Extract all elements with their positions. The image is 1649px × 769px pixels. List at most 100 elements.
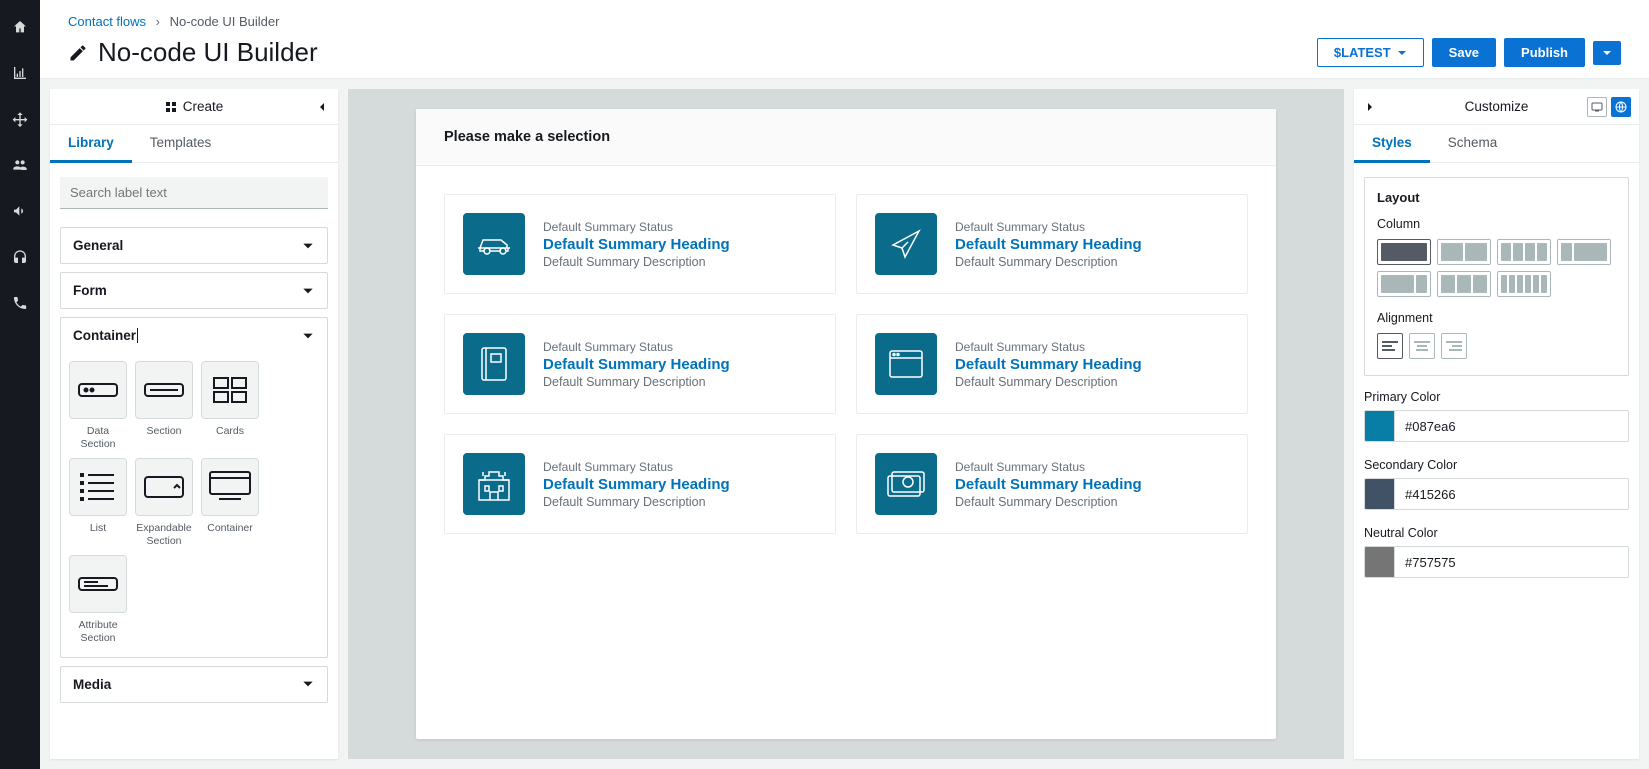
lib-thumb	[201, 458, 259, 516]
align-right[interactable]	[1441, 333, 1467, 359]
col-1-3[interactable]	[1557, 239, 1611, 265]
home-icon[interactable]	[11, 18, 29, 36]
tab-schema[interactable]: Schema	[1430, 125, 1516, 162]
col-1[interactable]	[1377, 239, 1431, 265]
title-row: No-code UI Builder $LATEST Save Publish	[68, 37, 1621, 68]
tab-library[interactable]: Library	[50, 125, 132, 163]
alignment-options	[1377, 333, 1616, 359]
breadcrumb-current: No-code UI Builder	[170, 14, 280, 29]
viewport-tools	[1587, 97, 1631, 117]
column-options	[1377, 239, 1616, 297]
lib-item[interactable]: Cards	[201, 361, 259, 450]
accordion-header-general[interactable]: General	[61, 228, 327, 263]
summary-card[interactable]: Default Summary StatusDefault Summary He…	[444, 434, 836, 534]
chevron-down-icon	[301, 329, 315, 343]
neutral-color-value: #757575	[1395, 555, 1466, 570]
card-desc: Default Summary Description	[955, 255, 1142, 269]
card-status: Default Summary Status	[543, 340, 730, 354]
announce-icon[interactable]	[11, 202, 29, 220]
align-center[interactable]	[1409, 333, 1435, 359]
secondary-color-label: Secondary Color	[1364, 458, 1629, 472]
tab-styles[interactable]: Styles	[1354, 125, 1430, 163]
primary-color-input[interactable]: #087ea6	[1364, 410, 1629, 442]
left-tabs: Library Templates	[50, 125, 338, 163]
summary-card[interactable]: Default Summary StatusDefault Summary He…	[444, 314, 836, 414]
search-box	[60, 177, 328, 209]
secondary-color-input[interactable]: #415266	[1364, 478, 1629, 510]
lib-label: Attribute Section	[69, 619, 127, 644]
primary-swatch	[1365, 411, 1395, 441]
lib-item[interactable]: Data Section	[69, 361, 127, 450]
lib-label: Container	[207, 522, 253, 535]
alignment-label: Alignment	[1377, 311, 1616, 325]
secondary-color-section: Secondary Color #415266	[1364, 458, 1629, 514]
lib-item[interactable]: Expandable Section	[135, 458, 193, 547]
card-text: Default Summary StatusDefault Summary He…	[543, 220, 730, 269]
right-panel-title: Customize	[1465, 99, 1529, 114]
card-text: Default Summary StatusDefault Summary He…	[955, 220, 1142, 269]
version-dropdown[interactable]: $LATEST	[1317, 38, 1424, 67]
align-left[interactable]	[1377, 333, 1403, 359]
card-desc: Default Summary Description	[543, 495, 730, 509]
summary-card[interactable]: Default Summary StatusDefault Summary He…	[856, 194, 1248, 294]
save-button[interactable]: Save	[1432, 38, 1496, 67]
col-6[interactable]	[1497, 271, 1551, 297]
col-4[interactable]	[1497, 239, 1551, 265]
right-panel-header: Customize	[1354, 89, 1639, 125]
chevron-right-icon: ›	[156, 14, 160, 29]
col-2[interactable]	[1437, 239, 1491, 265]
search-input[interactable]	[60, 177, 328, 209]
web-view-icon[interactable]	[1611, 97, 1631, 117]
card-status: Default Summary Status	[543, 460, 730, 474]
primary-color-value: #087ea6	[1395, 419, 1466, 434]
layout-heading: Layout	[1377, 190, 1616, 205]
right-tabs: Styles Schema	[1354, 125, 1639, 163]
lib-item[interactable]: Section	[135, 361, 193, 450]
routing-icon[interactable]	[11, 110, 29, 128]
caret-down-icon	[1602, 48, 1612, 58]
neutral-color-label: Neutral Color	[1364, 526, 1629, 540]
accordion-container: Container Data Section Section Cards List Ex…	[60, 317, 328, 658]
neutral-color-input[interactable]: #757575	[1364, 546, 1629, 578]
users-icon[interactable]	[11, 156, 29, 174]
secondary-swatch	[1365, 479, 1395, 509]
summary-card[interactable]: Default Summary StatusDefault Summary He…	[856, 434, 1248, 534]
accordion-header-form[interactable]: Form	[61, 273, 327, 308]
card-desc: Default Summary Description	[543, 375, 730, 389]
lib-thumb	[135, 458, 193, 516]
canvas-header: Please make a selection	[416, 109, 1276, 166]
metrics-icon[interactable]	[11, 64, 29, 82]
desktop-view-icon[interactable]	[1587, 97, 1607, 117]
collapse-left-icon[interactable]	[316, 101, 328, 113]
summary-card[interactable]: Default Summary StatusDefault Summary He…	[856, 314, 1248, 414]
phone-icon[interactable]	[11, 294, 29, 312]
card-desc: Default Summary Description	[543, 255, 730, 269]
tab-templates[interactable]: Templates	[132, 125, 230, 162]
lib-item[interactable]: Attribute Section	[69, 555, 127, 644]
publish-button[interactable]: Publish	[1504, 38, 1585, 67]
grid-icon	[165, 101, 177, 113]
layout-section: Layout Column Alignment	[1364, 177, 1629, 376]
breadcrumb-link[interactable]: Contact flows	[68, 14, 146, 29]
top-header: Contact flows › No-code UI Builder No-co…	[40, 0, 1649, 79]
card-icon	[875, 213, 937, 275]
more-dropdown[interactable]	[1593, 41, 1621, 65]
section-label: Form	[73, 283, 107, 298]
headset-icon[interactable]	[11, 248, 29, 266]
primary-color-section: Primary Color #087ea6	[1364, 390, 1629, 446]
summary-card[interactable]: Default Summary StatusDefault Summary He…	[444, 194, 836, 294]
card-icon	[463, 213, 525, 275]
section-label: Media	[73, 677, 111, 692]
col-3-1[interactable]	[1377, 271, 1431, 297]
lib-item[interactable]: List	[69, 458, 127, 547]
card-icon	[463, 453, 525, 515]
accordion-header-container[interactable]: Container	[61, 318, 327, 353]
lib-item[interactable]: Container	[201, 458, 259, 547]
card-text: Default Summary StatusDefault Summary He…	[955, 460, 1142, 509]
accordion-header-media[interactable]: Media	[61, 667, 327, 702]
card-heading: Default Summary Heading	[955, 236, 1142, 253]
lib-label: Section	[146, 425, 181, 438]
lib-label: Expandable Section	[135, 522, 193, 547]
collapse-right-icon[interactable]	[1364, 101, 1376, 113]
col-3[interactable]	[1437, 271, 1491, 297]
